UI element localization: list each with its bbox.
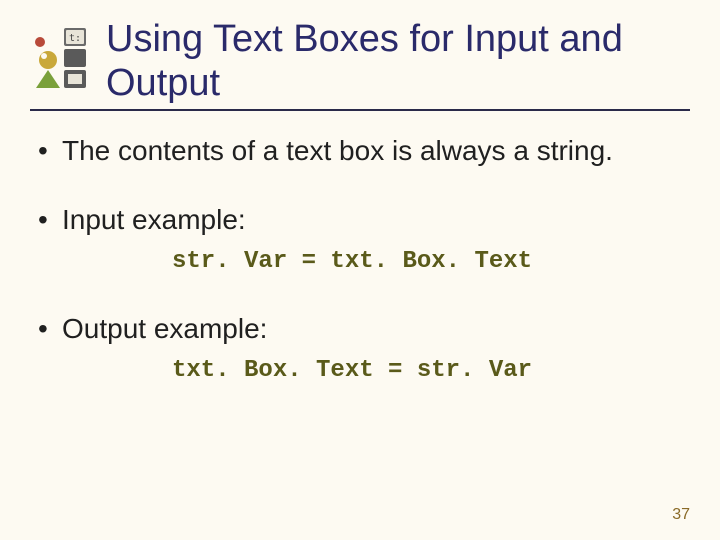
code-sample: txt. Box. Text = str. Var [172,356,690,386]
ide-toolbox-logo-icon: t: [30,26,92,92]
bullet-text: Output example: [62,313,267,344]
page-number: 37 [672,506,690,524]
slide-title: Using Text Boxes for Input and Output [106,18,690,105]
bullet-item: The contents of a text box is always a s… [36,133,690,168]
slide-body: The contents of a text box is always a s… [30,133,690,386]
code-sample: str. Var = txt. Box. Text [172,247,690,277]
svg-text:t:: t: [69,33,81,44]
slide: t: Using Text Boxes for Input and Output… [0,0,720,540]
bullet-text: Input example: [62,204,246,235]
bullet-item: Input example: str. Var = txt. Box. Text [36,202,690,277]
slide-header: t: Using Text Boxes for Input and Output [30,18,690,111]
bullet-item: Output example: txt. Box. Text = str. Va… [36,311,690,386]
bullet-text: The contents of a text box is always a s… [62,135,613,166]
